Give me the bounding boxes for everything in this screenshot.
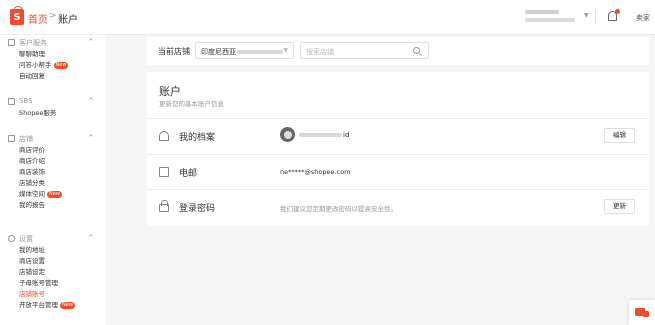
sidebar-item-sub-account[interactable]: 子母账号管理 — [8, 278, 100, 289]
store-search-input[interactable]: 搜索店铺 — [300, 42, 429, 59]
update-password-button[interactable]: 更新 — [604, 199, 635, 214]
sidebar-section-settings: 设置 ^ 我的地址 商店设置 店铺设定 子母账号管理 店铺账号 开放平台管理 Ne… — [8, 233, 100, 311]
chat-button[interactable] — [629, 300, 655, 325]
breadcrumb-separator: > — [49, 11, 57, 21]
sidebar-item-faq-assistant[interactable]: 问答小帮手 New — [8, 60, 100, 71]
sidebar-item-my-address[interactable]: 我的地址 — [8, 245, 100, 256]
section-title: 店铺 — [19, 135, 33, 143]
account-row-email: 电邮 ne*****@shopee.com — [147, 154, 649, 188]
shopee-logo[interactable]: S — [10, 6, 24, 25]
new-badge: New — [53, 61, 69, 69]
store-filter-label: 当前店铺 — [158, 47, 190, 56]
chevron-down-icon[interactable]: ▼ — [584, 12, 589, 19]
notification-dot — [615, 9, 620, 14]
sidebar-section-header[interactable]: 店铺 ^ — [8, 133, 100, 145]
account-company-redacted — [525, 18, 575, 22]
search-icon[interactable] — [413, 47, 420, 54]
sidebar-item-open-platform[interactable]: 开放平台管理 New — [8, 300, 100, 311]
lock-icon — [159, 200, 169, 212]
sidebar-item-shop-decoration[interactable]: 商店装饰 — [8, 167, 100, 178]
sbs-icon — [8, 98, 15, 105]
user-icon — [159, 131, 169, 141]
settings-icon — [8, 235, 15, 242]
sidebar-section-header[interactable]: 设置 ^ — [8, 233, 100, 245]
sidebar-item-auto-reply[interactable]: 自动回复 — [8, 71, 100, 82]
store-region-select[interactable]: 印度尼西亚 ▼ — [195, 42, 294, 59]
sidebar-item-shop-profile[interactable]: 商店介绍 — [8, 156, 100, 167]
divider — [595, 10, 596, 24]
customer-service-icon — [8, 39, 15, 46]
account-row-profile: 我的档案 id 编辑 — [147, 118, 649, 152]
row-label: 电邮 — [179, 169, 198, 179]
email-value: ne*****@shopee.com — [280, 168, 351, 176]
account-row-password: 登录密码 我们建议您定期更改密码以提高安全性。 更新 — [147, 189, 649, 223]
password-hint: 我们建议您定期更改密码以提高安全性。 — [280, 205, 397, 213]
mail-icon — [159, 167, 169, 177]
store-region-value: 印度尼西亚 — [201, 48, 236, 56]
store-filter-bar: 当前店铺 印度尼西亚 ▼ 搜索店铺 — [147, 37, 649, 65]
chat-bubble-icon — [643, 311, 649, 317]
sidebar-section-sbs: SBS ^ Shopee服务 — [8, 96, 100, 119]
sidebar-item-store-config[interactable]: 店铺设定 — [8, 267, 100, 278]
section-title: 客户服务 — [19, 39, 47, 47]
account-name-redacted — [525, 10, 559, 14]
avatar — [280, 127, 295, 142]
sidebar-item-media-space[interactable]: 媒体空间 New — [8, 189, 100, 200]
store-name-redacted — [237, 50, 283, 54]
breadcrumb-home[interactable]: 首页 — [28, 11, 48, 26]
shop-icon — [8, 135, 15, 142]
account-switcher[interactable] — [525, 10, 581, 22]
chevron-down-icon: ▼ — [283, 47, 288, 54]
sidebar-item-shop-settings[interactable]: 商店设置 — [8, 256, 100, 267]
username-redacted — [299, 133, 342, 137]
sidebar: 客户服务 ^ 聊聊助理 问答小帮手 New 自动回复 SBS ^ Shopee服务… — [0, 35, 106, 325]
section-title: 设置 — [19, 235, 33, 243]
row-label: 登录密码 — [179, 204, 216, 214]
username-suffix: id — [343, 131, 350, 139]
page-title: 账户 — [159, 85, 181, 98]
edit-profile-button[interactable]: 编辑 — [604, 128, 635, 143]
new-badge: New — [47, 190, 62, 198]
sidebar-item-shop-rating[interactable]: 商店评价 — [8, 145, 100, 156]
sidebar-section-shop: 店铺 ^ 商店评价 商店介绍 商店装饰 店铺分类 媒体空间 New 我的报告 — [8, 133, 100, 211]
seller-label[interactable]: 卖家 — [636, 13, 650, 23]
new-badge: New — [60, 301, 75, 309]
chevron-up-icon[interactable]: ^ — [88, 234, 94, 242]
sidebar-item-shopee-service[interactable]: Shopee服务 — [8, 108, 100, 119]
account-card: 账户 更新您的基本账户信息 我的档案 id 编辑 电邮 ne*****@shop… — [147, 72, 649, 226]
chevron-up-icon[interactable]: ^ — [88, 97, 94, 105]
chevron-up-icon[interactable]: ^ — [88, 38, 94, 46]
search-placeholder: 搜索店铺 — [306, 48, 334, 56]
chevron-up-icon[interactable]: ^ — [88, 134, 94, 142]
sidebar-section-header[interactable]: SBS ^ — [8, 96, 100, 108]
row-label: 我的档案 — [179, 133, 216, 143]
top-bar: S 首页 > 账户 ▼ 卖家 — [0, 0, 655, 35]
sidebar-item-chat-assistant[interactable]: 聊聊助理 — [8, 49, 100, 60]
section-title: SBS — [19, 97, 33, 105]
sidebar-section-customer-service: 客户服务 ^ 聊聊助理 问答小帮手 New 自动回复 — [8, 37, 100, 82]
breadcrumb-current: 账户 — [58, 15, 78, 26]
page-subtitle: 更新您的基本账户信息 — [159, 100, 224, 108]
sidebar-section-header[interactable]: 客户服务 ^ — [8, 37, 100, 49]
sidebar-item-shop-category[interactable]: 店铺分类 — [8, 178, 100, 189]
sidebar-item-my-reports[interactable]: 我的报告 — [8, 200, 100, 211]
sidebar-item-shop-account[interactable]: 店铺账号 — [8, 289, 100, 300]
